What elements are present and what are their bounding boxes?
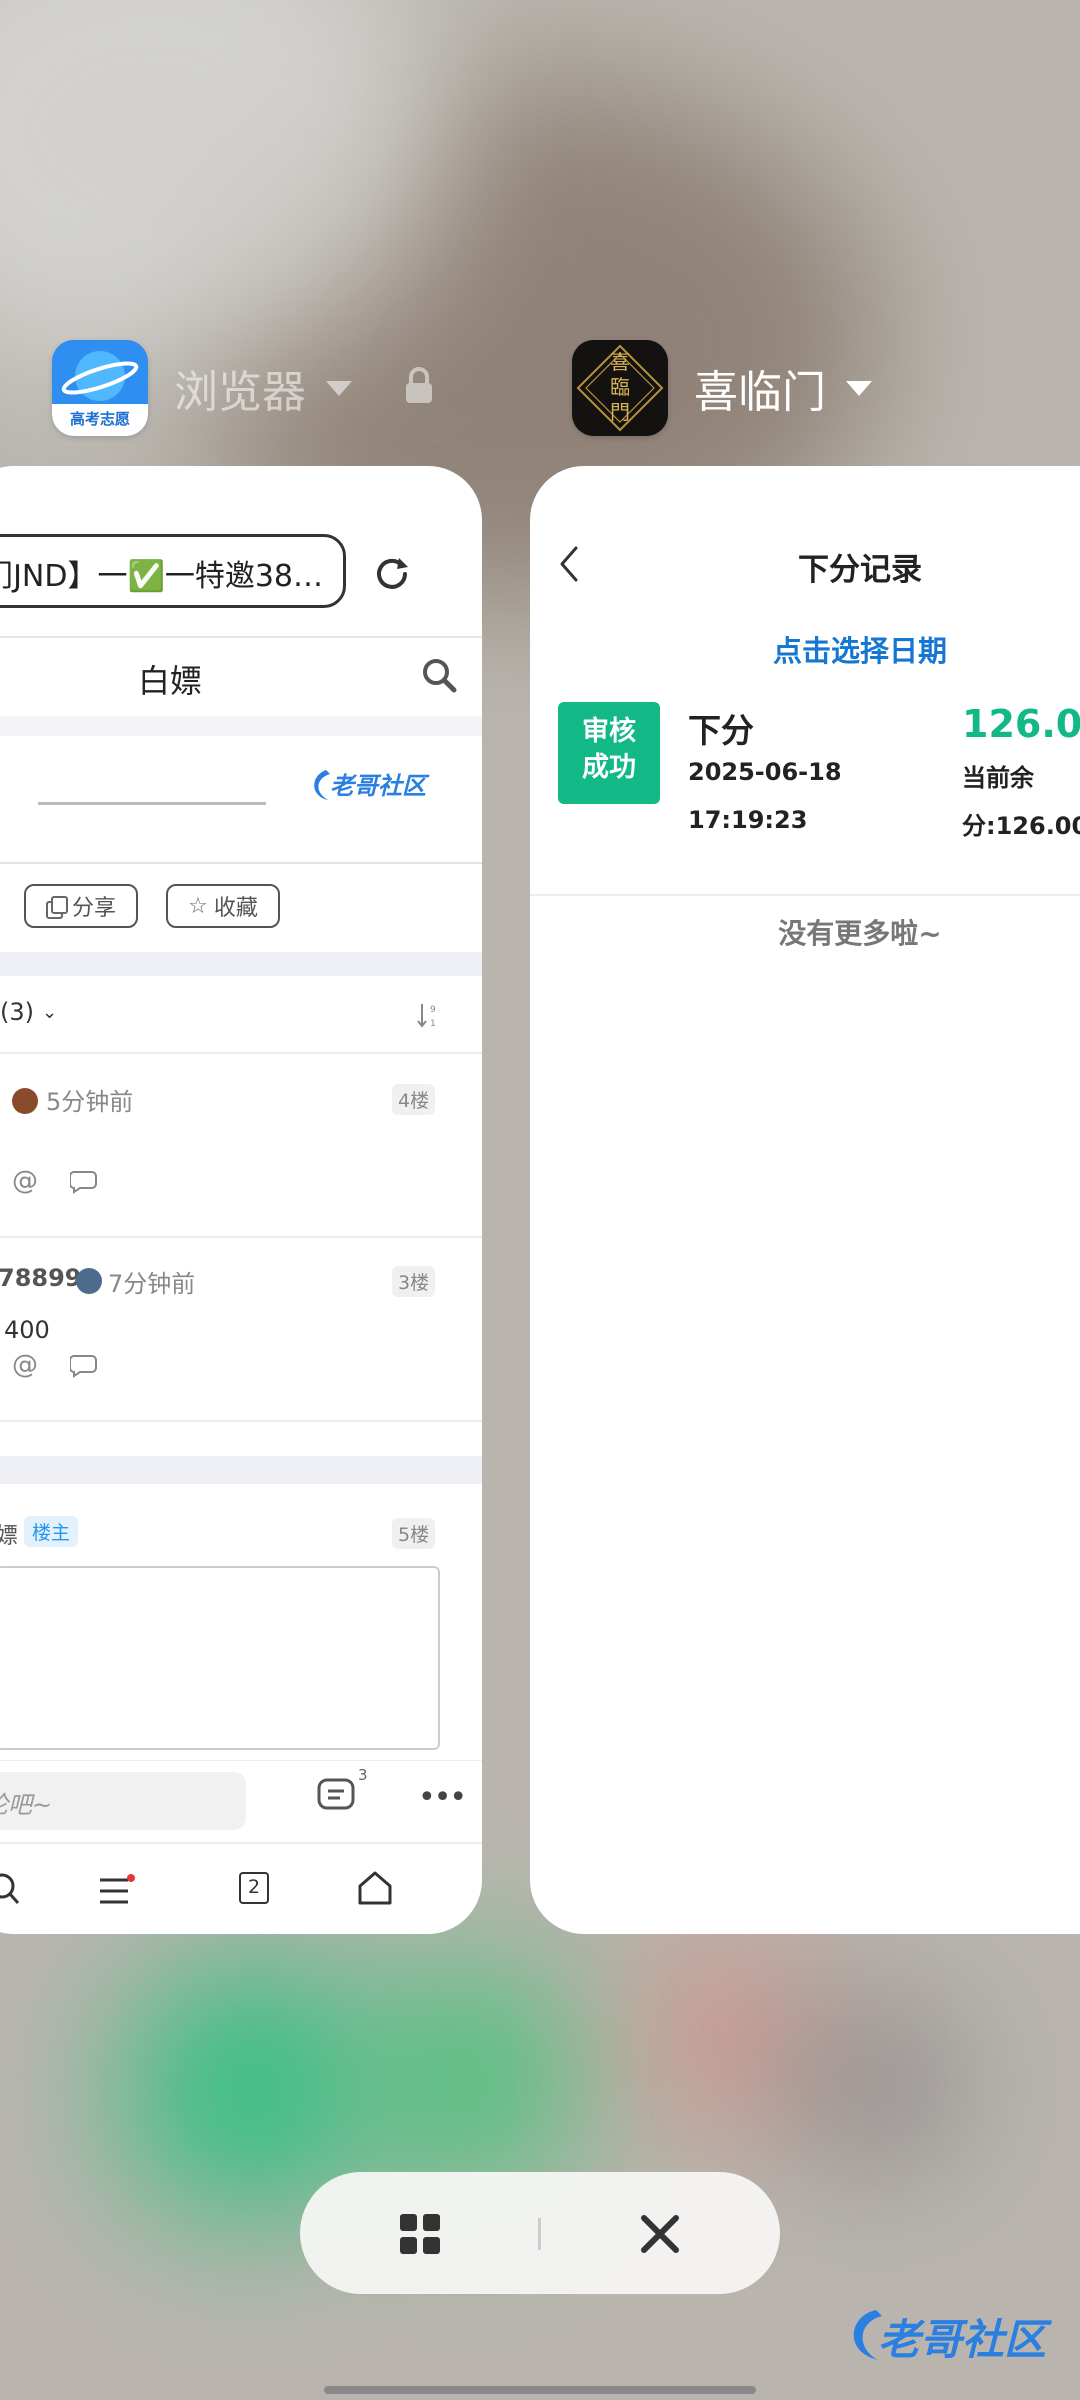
progress-line [38, 802, 266, 805]
divider [0, 636, 482, 638]
image-placeholder [0, 1566, 440, 1750]
browser-app-icon[interactable]: 高考志愿 [52, 340, 148, 436]
grid-view-icon[interactable] [400, 2214, 440, 2258]
record-date: 2025-06-18 [688, 758, 842, 786]
chevron-down-icon[interactable] [846, 380, 872, 396]
chevron-down-icon[interactable] [326, 380, 352, 396]
comment-user: 嫖 [0, 1524, 19, 1549]
avatar [12, 1088, 38, 1114]
record-time: 17:19:23 [688, 806, 808, 834]
comment-item[interactable]: 5分钟前 4楼 @ [0, 1054, 482, 1236]
reply-icon[interactable] [69, 1352, 100, 1382]
tabs-button[interactable]: 2 [239, 1872, 269, 1904]
browser-app-icon-label: 高考志愿 [69, 410, 130, 428]
balance-line2: 分:126.00 [962, 812, 1080, 840]
avatar [76, 1268, 102, 1294]
comment-count-badge: 3 [358, 1766, 368, 1784]
xilinmen-app-icon[interactable]: 喜臨門 [572, 340, 668, 436]
address-text: 临门JND】一✅一特邀38… [0, 559, 323, 594]
copy-icon [45, 896, 68, 919]
star-icon: ☆ [188, 893, 208, 919]
comment-time: 7分钟前 [108, 1270, 196, 1298]
comment-text: 400 [4, 1316, 50, 1344]
chevron-down-icon: ⌄ [42, 1001, 58, 1023]
xilinmen-app-card[interactable]: 下分记录 点击选择日期 审核 成功 下分 2025-06-18 17:19:23… [530, 466, 1080, 1934]
address-bar[interactable]: 临门JND】一✅一特邀38… [0, 534, 346, 608]
watermark-text: 老哥社区 [878, 2315, 1047, 2364]
browser-app-header[interactable]: 高考志愿 浏览器 [52, 340, 434, 436]
svg-text:1: 1 [430, 1019, 436, 1029]
search-icon[interactable] [0, 1872, 22, 1910]
floor-badge: 4楼 [392, 1084, 436, 1115]
status-badge: 审核 成功 [558, 702, 660, 804]
floor-badge: 5楼 [392, 1518, 436, 1549]
home-icon[interactable] [356, 1870, 394, 1910]
home-indicator[interactable] [324, 2386, 756, 2394]
mention-icon[interactable]: @ [12, 1350, 38, 1380]
close-all-icon[interactable] [638, 2212, 682, 2260]
comments-icon[interactable] [316, 1776, 356, 1818]
lock-icon[interactable] [404, 367, 434, 409]
watermark-logo: 老哥社区 [842, 2300, 1068, 2370]
xilinmen-app-name: 喜临门 [694, 367, 826, 418]
browser-app-name: 浏览器 [174, 367, 306, 418]
no-more-text: 没有更多啦~ [778, 917, 942, 950]
date-picker-link[interactable]: 点击选择日期 [700, 628, 1020, 670]
record-amount: 126.00 [962, 702, 1080, 746]
back-icon[interactable] [556, 544, 582, 588]
tabs-count: 2 [247, 1876, 261, 1898]
comments-sort-dropdown[interactable]: (3) ⌄ [0, 998, 57, 1026]
collect-button[interactable]: ☆ 收藏 [166, 884, 280, 928]
more-icon[interactable]: ••• [418, 1780, 467, 1815]
comment-user: 78899 [0, 1264, 82, 1292]
comment-placeholder: 评论吧~ [0, 1791, 53, 1819]
sort-icon[interactable]: 91 [416, 1000, 440, 1034]
comments-count: (3) [0, 998, 34, 1026]
browser-app-card[interactable]: 临门JND】一✅一特邀38… 白嫖 老哥社区 分享 ☆ 收藏 (3) ⌄ 91 [0, 466, 482, 1934]
op-badge: 楼主 [24, 1516, 79, 1547]
svg-text:9: 9 [430, 1005, 436, 1015]
refresh-icon[interactable] [372, 554, 412, 598]
laoge-logo: 老哥社区 [308, 762, 432, 810]
balance-line1: 当前余 [962, 764, 1034, 792]
menu-icon[interactable] [96, 1874, 136, 1912]
record-row[interactable]: 审核 成功 下分 2025-06-18 17:19:23 126.00 当前余 … [530, 702, 1080, 862]
reply-icon[interactable] [69, 1168, 100, 1198]
status-line2: 成功 [582, 752, 636, 783]
xilinmen-app-header[interactable]: 喜臨門 喜临门 [572, 340, 872, 436]
share-button[interactable]: 分享 [24, 884, 138, 928]
op-comment[interactable]: 嫖 楼主 5楼 [0, 1484, 482, 1750]
comment-item[interactable]: 78899 7分钟前 3楼 400 @ [0, 1238, 482, 1420]
collect-label: 收藏 [213, 896, 258, 921]
comment-time: 5分钟前 [46, 1088, 134, 1116]
comment-input[interactable]: 评论吧~ [0, 1772, 246, 1830]
recents-control-pill [300, 2172, 780, 2294]
status-line1: 审核 [582, 716, 636, 747]
xilinmen-app-icon-text: 喜臨門 [610, 350, 630, 424]
page-title: 下分记录 [798, 552, 922, 588]
search-icon[interactable] [420, 656, 458, 698]
mention-icon[interactable]: @ [12, 1166, 38, 1196]
divider [530, 894, 1080, 896]
record-type: 下分 [688, 711, 754, 750]
share-label: 分享 [71, 896, 116, 921]
floor-badge: 3楼 [392, 1266, 436, 1297]
page-title: 白嫖 [137, 662, 202, 700]
pill-divider [538, 2218, 541, 2250]
laoge-logo-text: 老哥社区 [330, 772, 426, 800]
